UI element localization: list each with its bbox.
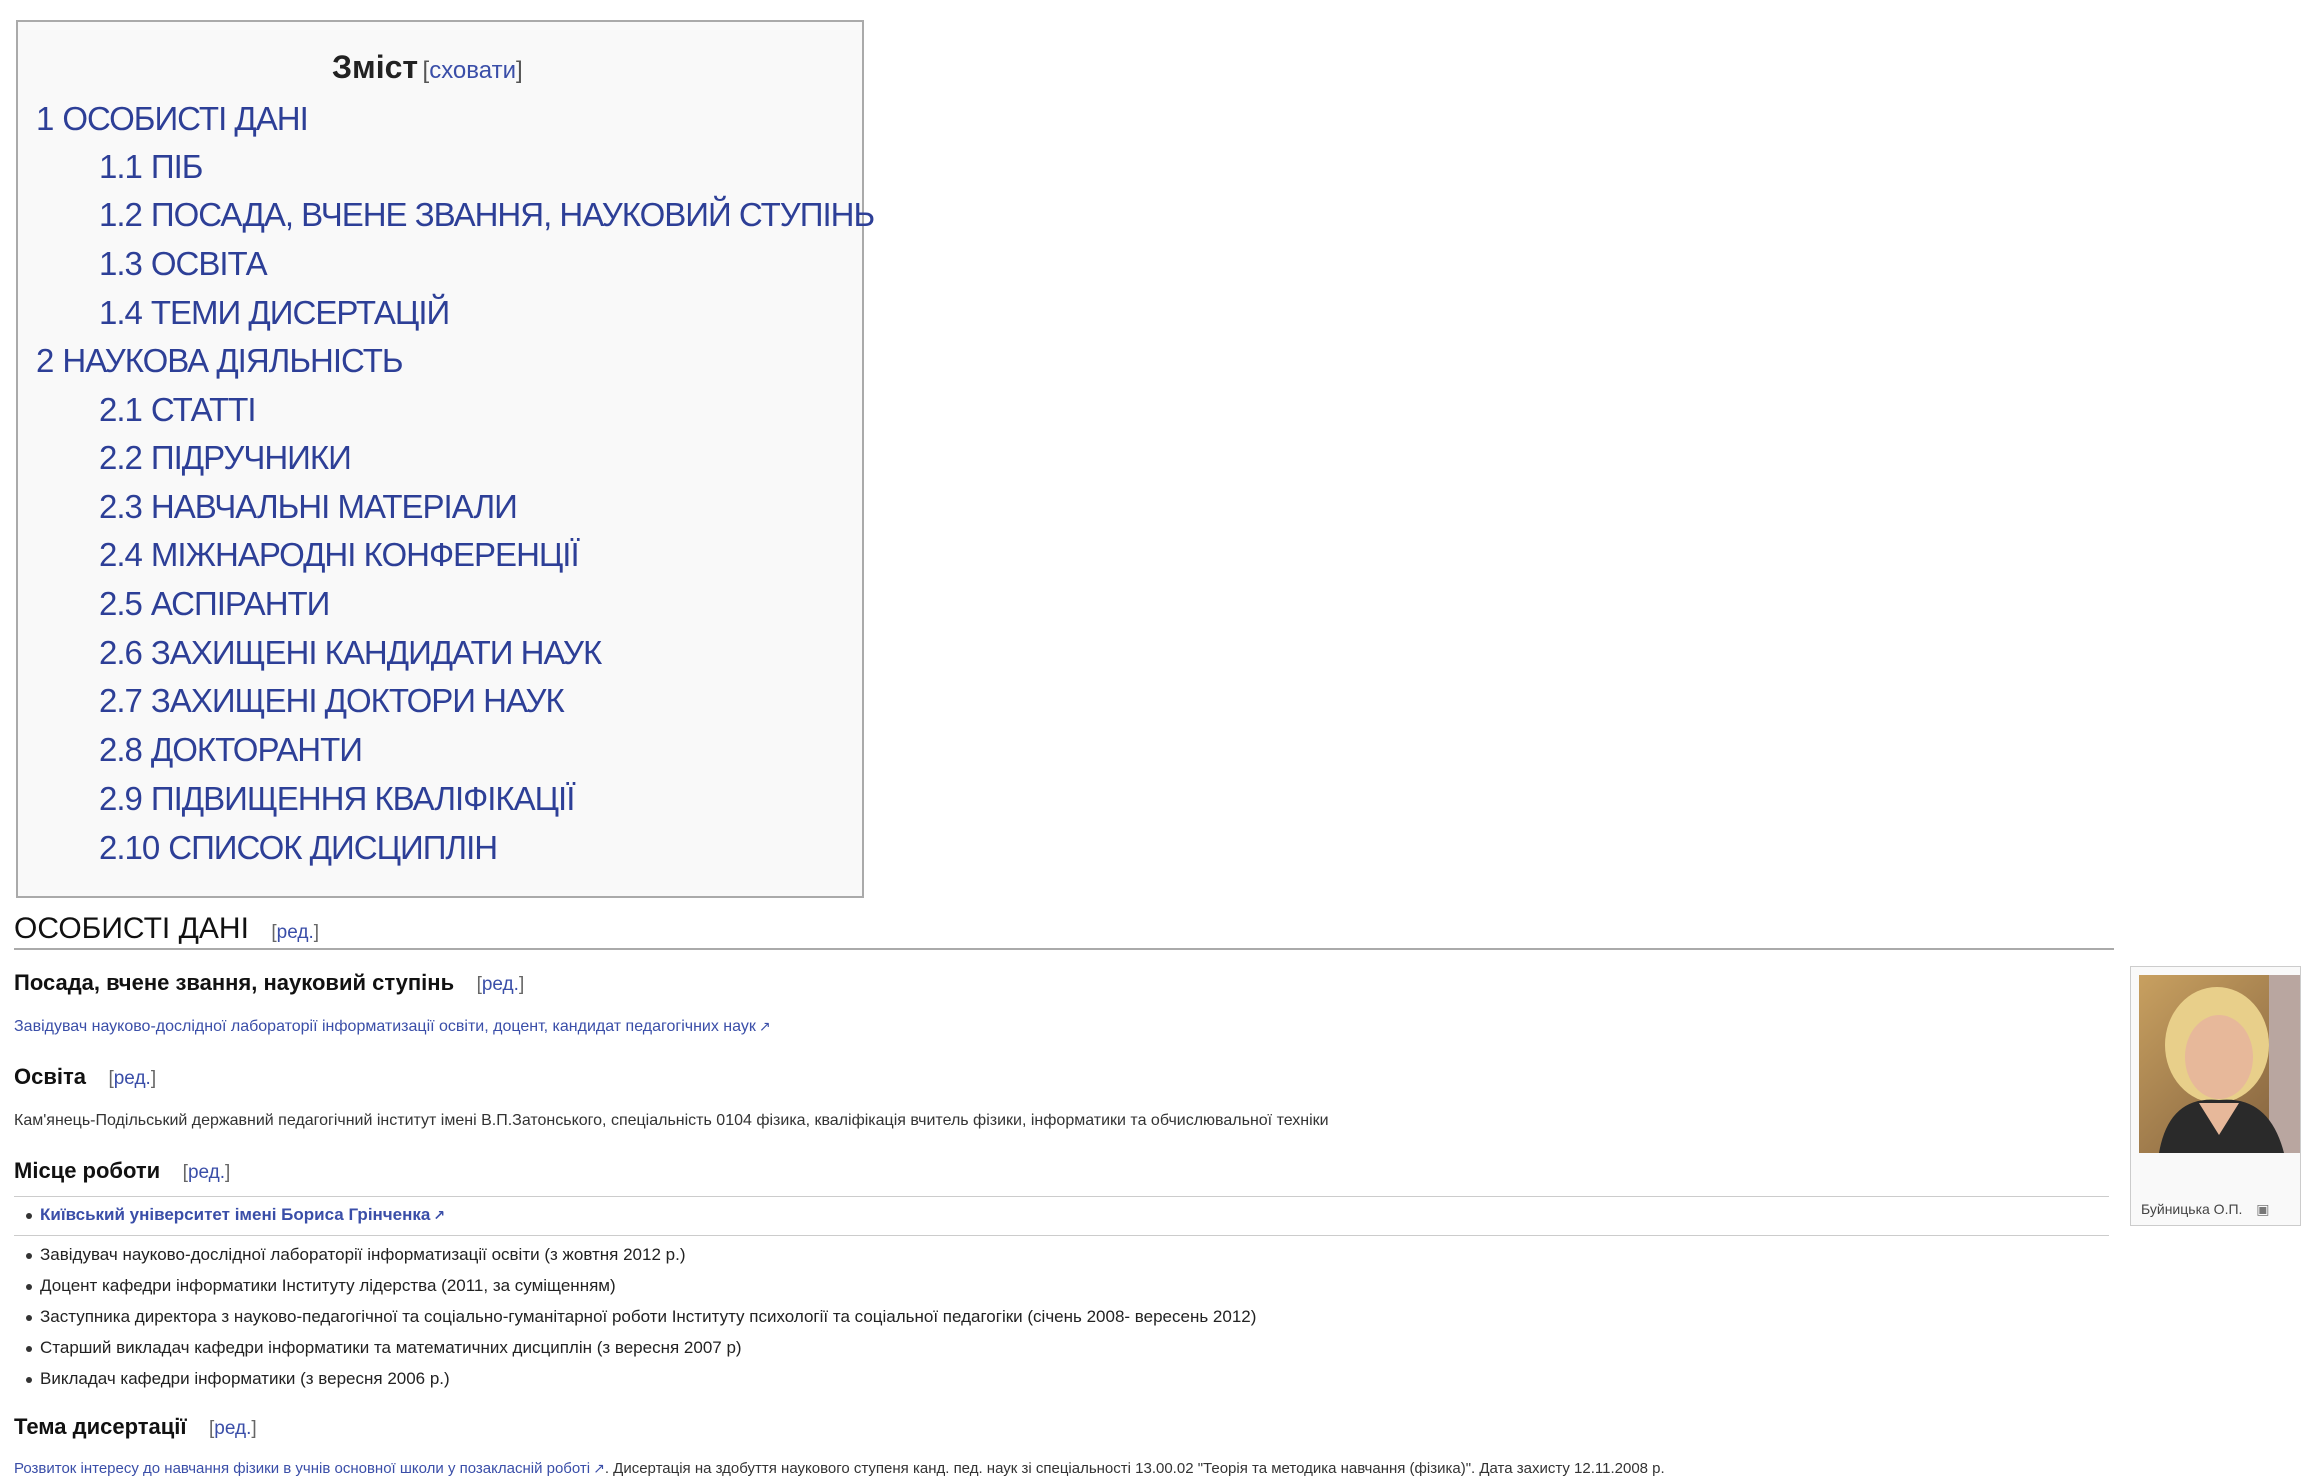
toc-item[interactable]: 1.2 ПОСАДА, ВЧЕНЕ ЗВАННЯ, НАУКОВИЙ СТУПІН… bbox=[99, 196, 875, 234]
subsection-heading-position: Посада, вчене звання, науковий ступінь [… bbox=[14, 970, 525, 995]
toc-item[interactable]: 2.5 АСПІРАНТИ bbox=[99, 585, 330, 623]
portrait-caption: Буйницька О.П. ▣ bbox=[2141, 1201, 2270, 1217]
bullet-icon bbox=[26, 1252, 32, 1259]
enlarge-icon[interactable]: ▣ bbox=[2256, 1201, 2269, 1217]
education-text: Кам'янець-Подільський державний педагогі… bbox=[14, 1112, 1329, 1129]
list-item: Викладач кафедри інформатики (з вересня … bbox=[26, 1369, 450, 1389]
edit-section-button[interactable]: [ред.] bbox=[108, 1068, 156, 1089]
workplace-box: Київський університет імені Бориса Грінч… bbox=[14, 1196, 2109, 1236]
toc-item[interactable]: 2.2 ПІДРУЧНИКИ bbox=[99, 439, 352, 477]
edit-section-button[interactable]: [ред.] bbox=[477, 974, 525, 995]
toc-item[interactable]: 2.1 СТАТТІ bbox=[99, 391, 257, 429]
subsection-heading-work: Місце роботи [ред.] bbox=[14, 1158, 231, 1183]
toc-list: 1 ОСОБИСТІ ДАНІ 1.1 ПІБ 1.2 ПОСАДА, ВЧЕНЕ З… bbox=[18, 22, 875, 896]
subsection-heading-education: Освіта [ред.] bbox=[14, 1064, 157, 1089]
bullet-icon bbox=[26, 1345, 32, 1352]
section-heading-personal: ОСОБИСТІ ДАНІ [ред.] bbox=[14, 912, 2114, 950]
university-item[interactable]: Київський університет імені Бориса Грінч… bbox=[26, 1205, 445, 1225]
toc-item[interactable]: 2.8 ДОКТОРАНТИ bbox=[99, 731, 363, 769]
portrait-photo[interactable] bbox=[2139, 975, 2300, 1153]
bullet-icon bbox=[26, 1314, 32, 1321]
list-item: Заступника директора з науково-педагогіч… bbox=[26, 1307, 1256, 1327]
subsection-heading-dissertation: Тема дисертації [ред.] bbox=[14, 1414, 257, 1439]
toc-item[interactable]: 1.4 ТЕМИ ДИСЕРТАЦІЙ bbox=[99, 294, 450, 332]
toc-item[interactable]: 1 ОСОБИСТІ ДАНІ bbox=[36, 100, 309, 138]
list-item: Завідувач науково-дослідної лабораторії … bbox=[26, 1245, 686, 1265]
section-title: ОСОБИСТІ ДАНІ bbox=[14, 912, 249, 945]
list-item: Доцент кафедри інформатики Інституту лід… bbox=[26, 1276, 616, 1296]
bullet-icon bbox=[26, 1283, 32, 1290]
external-link-icon: ↗ bbox=[593, 1460, 605, 1476]
bullet-icon bbox=[26, 1376, 32, 1383]
bullet-icon bbox=[26, 1212, 32, 1219]
position-text[interactable]: Завідувач науково-дослідної лабораторії … bbox=[14, 1018, 771, 1036]
portrait-thumbnail[interactable]: Буйницька О.П. ▣ bbox=[2130, 966, 2301, 1226]
toc-item[interactable]: 1.3 ОСВІТА bbox=[99, 245, 268, 283]
external-link-icon: ↗ bbox=[433, 1207, 446, 1223]
university-link[interactable]: Київський університет імені Бориса Грінч… bbox=[40, 1205, 430, 1224]
dissertation-text: Розвиток інтересу до навчання фізики в у… bbox=[14, 1460, 1665, 1477]
table-of-contents: Зміст [сховати] 1 ОСОБИСТІ ДАНІ 1.1 ПІБ 1.… bbox=[16, 20, 875, 898]
dissertation-link[interactable]: Розвиток інтересу до навчання фізики в у… bbox=[14, 1460, 590, 1477]
edit-section-button[interactable]: [ред.] bbox=[209, 1418, 257, 1439]
toc-item[interactable]: 2.10 СПИСОК ДИСЦИПЛІН bbox=[99, 829, 498, 867]
position-link[interactable]: Завідувач науково-дослідної лабораторії … bbox=[14, 1018, 756, 1035]
toc-item[interactable]: 2.7 ЗАХИЩЕНІ ДОКТОРИ НАУК bbox=[99, 682, 565, 720]
toc-item[interactable]: 2 НАУКОВА ДІЯЛЬНІСТЬ bbox=[36, 342, 404, 380]
toc-item[interactable]: 2.6 ЗАХИЩЕНІ КАНДИДАТИ НАУК bbox=[99, 634, 602, 672]
toc-item[interactable]: 2.3 НАВЧАЛЬНІ МАТЕРІАЛИ bbox=[99, 488, 518, 526]
external-link-icon: ↗ bbox=[758, 1018, 771, 1034]
toc-item[interactable]: 2.9 ПІДВИЩЕННЯ КВАЛІФІКАЦІЇ bbox=[99, 780, 575, 818]
edit-section-button[interactable]: [ред.] bbox=[183, 1162, 231, 1183]
portrait-image bbox=[2139, 975, 2300, 1153]
toc-item[interactable]: 2.4 МІЖНАРОДНІ КОНФЕРЕНЦІЇ bbox=[99, 536, 580, 574]
edit-section-button[interactable]: [ред.] bbox=[271, 922, 319, 943]
list-item: Старший викладач кафедри інформатики та … bbox=[26, 1338, 742, 1358]
toc-item[interactable]: 1.1 ПІБ bbox=[99, 148, 203, 186]
